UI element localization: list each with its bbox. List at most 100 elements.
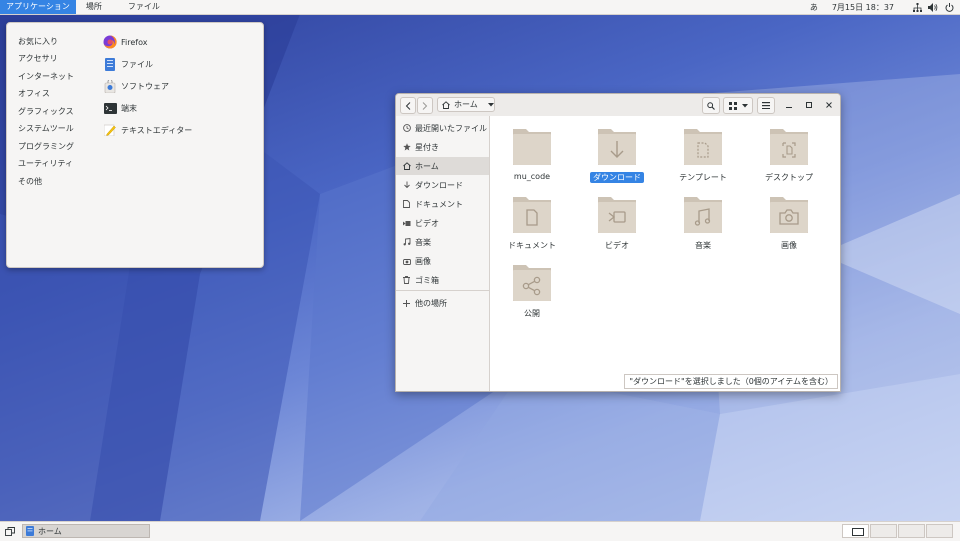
sidebar-item-videos[interactable]: ビデオ: [396, 214, 489, 232]
menu-button[interactable]: [757, 97, 775, 114]
minimize-button[interactable]: [782, 98, 796, 112]
sidebar-item-downloads[interactable]: ダウンロード: [396, 176, 489, 194]
files-icon: [26, 526, 34, 536]
status-area: あ 7月15日 18：37: [810, 0, 954, 14]
folder-desktop[interactable]: デスクトップ: [752, 126, 826, 188]
folder-templates[interactable]: テンプレート: [666, 126, 740, 188]
folder-label: テンプレート: [679, 173, 727, 182]
show-desktop-icon: [5, 527, 15, 536]
category-programming[interactable]: プログラミング: [18, 141, 74, 152]
sidebar-item-other-locations[interactable]: 他の場所: [396, 294, 489, 312]
sidebar-item-label: ホーム: [415, 161, 439, 171]
places-sidebar: 最近開いたファイル 星付き ホーム ダウンロード ドキュメント ビデオ 音楽 画…: [396, 116, 490, 391]
workspace-4[interactable]: [926, 524, 953, 538]
app-firefox[interactable]: Firefox: [103, 34, 147, 50]
top-bar: アプリケーション 場所 ファイル あ 7月15日 18：37: [0, 0, 960, 15]
sidebar-item-label: ゴミ箱: [415, 275, 439, 285]
volume-icon[interactable]: [928, 2, 938, 12]
desktop-folder-icon: [770, 129, 808, 165]
back-button[interactable]: [400, 97, 416, 114]
category-accessories[interactable]: アクセサリ: [18, 53, 58, 64]
app-text-editor[interactable]: テキストエディター: [103, 122, 192, 138]
sidebar-item-pictures[interactable]: 画像: [396, 252, 489, 270]
forward-button[interactable]: [417, 97, 433, 114]
workspace-2[interactable]: [870, 524, 897, 538]
category-system-tools[interactable]: システムツール: [18, 123, 74, 134]
document-icon: [402, 200, 411, 209]
folder-music[interactable]: 音楽: [666, 194, 740, 256]
files-app-menu[interactable]: ファイル: [122, 0, 166, 14]
sidebar-item-home[interactable]: ホーム: [396, 157, 489, 175]
folder-videos[interactable]: ビデオ: [580, 194, 654, 256]
network-icon[interactable]: [912, 2, 922, 12]
template-folder-icon: [684, 129, 722, 165]
workspace-1[interactable]: [842, 524, 869, 538]
folder-public[interactable]: 公開: [495, 262, 569, 324]
file-view: mu_code ダウンロード テンプレート デスクトップ ドキュメント ビデオ …: [490, 116, 840, 391]
clock[interactable]: 7月15日 18：37: [832, 2, 894, 13]
terminal-icon: [103, 101, 117, 115]
folder-mu-code[interactable]: mu_code: [495, 126, 569, 188]
category-other[interactable]: その他: [18, 176, 42, 187]
close-button[interactable]: [822, 98, 836, 112]
view-mode-button[interactable]: [723, 97, 753, 114]
chevron-down-icon: [741, 103, 748, 107]
app-terminal[interactable]: 端末: [103, 100, 137, 116]
folder-documents[interactable]: ドキュメント: [495, 194, 569, 256]
sidebar-item-trash[interactable]: ゴミ箱: [396, 271, 489, 289]
category-favorites[interactable]: お気に入り: [18, 36, 58, 47]
sidebar-item-music[interactable]: 音楽: [396, 233, 489, 251]
home-icon: [402, 162, 411, 171]
app-files[interactable]: ファイル: [103, 56, 153, 72]
taskbar-window-home[interactable]: ホーム: [22, 524, 150, 538]
folder-label: mu_code: [513, 172, 551, 181]
category-internet[interactable]: インターネット: [18, 71, 74, 82]
home-icon: [442, 100, 450, 109]
folder-icon: [513, 129, 551, 165]
path-bar-home[interactable]: ホーム: [437, 97, 495, 112]
clock-icon: [402, 124, 411, 133]
plus-icon: [402, 299, 411, 308]
input-method-indicator[interactable]: あ: [810, 2, 818, 13]
bottom-taskbar: ホーム: [0, 521, 960, 541]
folder-pictures[interactable]: 画像: [752, 194, 826, 256]
app-software[interactable]: ソフトウェア: [103, 78, 169, 94]
sidebar-item-label: ドキュメント: [415, 199, 463, 209]
folder-downloads[interactable]: ダウンロード: [580, 126, 654, 188]
search-icon: [707, 101, 715, 110]
category-graphics[interactable]: グラフィックス: [18, 106, 74, 117]
search-button[interactable]: [702, 97, 720, 114]
applications-dropdown: お気に入り アクセサリ インターネット オフィス グラフィックス システムツール…: [6, 22, 264, 268]
hamburger-icon: [762, 102, 770, 109]
maximize-button[interactable]: [802, 98, 816, 112]
power-icon[interactable]: [944, 2, 954, 12]
sidebar-item-recent[interactable]: 最近開いたファイル: [396, 119, 489, 137]
sidebar-item-documents[interactable]: ドキュメント: [396, 195, 489, 213]
firefox-icon: [103, 35, 117, 49]
workspace-3[interactable]: [898, 524, 925, 538]
chevron-left-icon: [405, 101, 411, 110]
folder-label: ドキュメント: [508, 241, 556, 250]
download-folder-icon: [598, 129, 636, 165]
camera-icon: [402, 257, 411, 266]
applications-menu[interactable]: アプリケーション: [0, 0, 76, 14]
close-icon: [826, 102, 832, 108]
folder-label: 公開: [524, 309, 540, 318]
category-utilities[interactable]: ユーティリティ: [18, 158, 73, 169]
sidebar-item-label: ビデオ: [415, 218, 439, 228]
sidebar-item-starred[interactable]: 星付き: [396, 138, 489, 156]
places-menu[interactable]: 場所: [80, 0, 108, 14]
app-label: テキストエディター: [121, 125, 193, 135]
share-folder-icon: [513, 265, 551, 301]
category-office[interactable]: オフィス: [18, 88, 50, 99]
minimize-icon: [786, 107, 792, 108]
software-icon: [103, 79, 117, 93]
trash-icon: [402, 276, 411, 285]
status-bar: "ダウンロード"を選択しました（0個のアイテムを含む）: [624, 374, 838, 389]
show-desktop-button[interactable]: [3, 525, 17, 538]
video-folder-icon: [598, 197, 636, 233]
path-label: ホーム: [454, 100, 478, 109]
sidebar-item-label: ダウンロード: [415, 180, 463, 190]
app-label: Firefox: [121, 37, 148, 47]
document-folder-icon: [513, 197, 551, 233]
